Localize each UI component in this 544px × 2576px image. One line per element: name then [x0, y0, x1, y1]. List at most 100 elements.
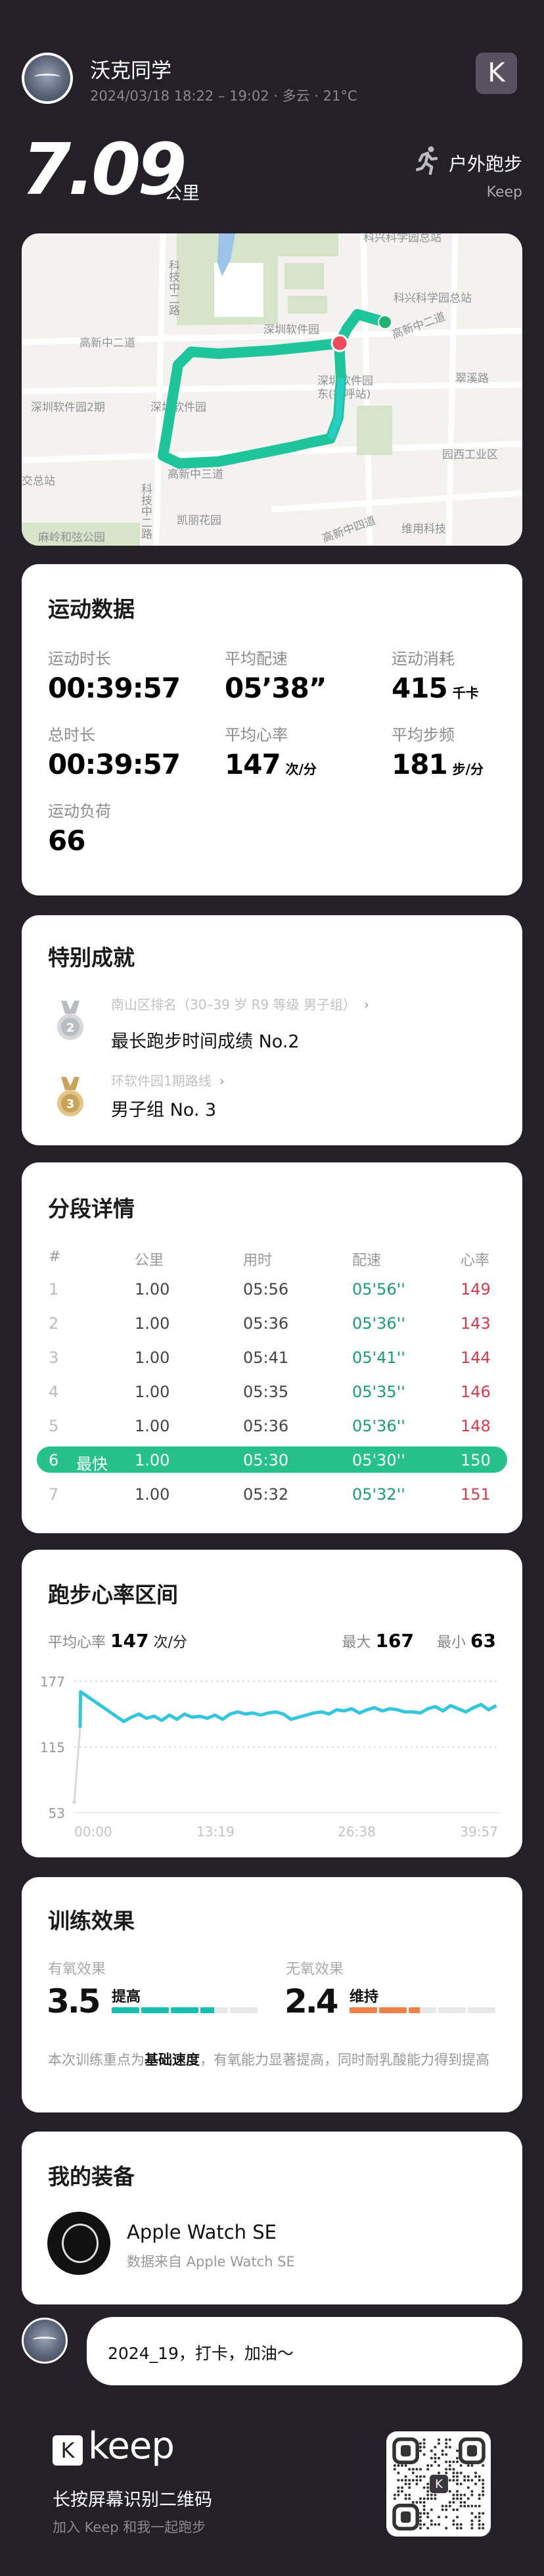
split-hr: 143 — [461, 1314, 491, 1333]
qr-module — [393, 2493, 396, 2496]
qr-module — [478, 2527, 481, 2530]
achievement-link[interactable]: 南山区排名（30–39 岁 R9 等级 男子组） › — [111, 994, 369, 1013]
route-map[interactable]: 科兴科学园总站 科兴科学园总站 高新中二道 深圳软件园 深圳软件园2期 深圳软件园 深圳软件… — [22, 233, 522, 546]
min-hr-label: 最小 — [437, 1634, 466, 1651]
training-title: 训练效果 — [48, 1908, 135, 1934]
split-hr: 148 — [461, 1417, 491, 1435]
qr-code[interactable]: K — [386, 2431, 491, 2537]
avg-hr: 平均心率 147 次/分 — [48, 1630, 187, 1652]
qr-module — [434, 2460, 437, 2464]
split-row: 7 1.00 05:32 05'32'' 151 — [37, 1481, 507, 1507]
qr-module — [434, 2497, 437, 2500]
split-km: 1.00 — [135, 1280, 170, 1299]
keep-footer-logo-icon: K — [53, 2435, 83, 2466]
qr-module — [408, 2493, 411, 2496]
qr-module — [452, 2508, 455, 2512]
map-label: 科兴科学园总站 — [394, 292, 472, 305]
split-number: 6 — [49, 1451, 59, 1469]
qr-module — [438, 2442, 440, 2445]
split-hr: 144 — [461, 1348, 491, 1367]
qr-module — [470, 2464, 474, 2467]
qr-module — [456, 2460, 459, 2464]
fastest-badge: 最快 — [76, 1455, 108, 1473]
qr-module — [448, 2468, 451, 2471]
qr-module — [445, 2460, 448, 2464]
qr-module — [478, 2479, 481, 2482]
qr-module — [401, 2464, 403, 2467]
split-pace: 05'32'' — [352, 1485, 405, 1504]
qr-module — [408, 2497, 411, 2500]
data-source: Keep — [486, 184, 522, 201]
qr-module — [438, 2471, 440, 2475]
qr-module — [426, 2512, 430, 2515]
stat-label: 运动消耗 — [392, 650, 455, 668]
splits-card: 分段详情 # 公里 用时 配速 心率 1 1.00 05:56 05'56'' 149 2… — [22, 1162, 522, 1533]
qr-module — [415, 2468, 419, 2471]
qr-module — [459, 2497, 463, 2500]
hr-line-series — [78, 1690, 497, 1729]
x-tick-label: 00:00 — [74, 1824, 112, 1840]
qr-module — [448, 2460, 451, 2464]
qr-module — [463, 2493, 466, 2496]
qr-module — [419, 2523, 422, 2526]
keep-logo-icon: K — [476, 53, 517, 94]
map-label: 科兴科学园总站 — [363, 233, 442, 245]
comment-avatar[interactable] — [22, 2318, 68, 2364]
qr-module — [474, 2504, 477, 2508]
split-pace: 05'36'' — [352, 1417, 405, 1435]
achievement-subtitle: 南山区排名（30–39 岁 R9 等级 男子组） — [111, 997, 356, 1013]
header-hr: 心率 — [461, 1252, 490, 1269]
qr-module — [430, 2523, 433, 2526]
qr-module — [419, 2516, 422, 2519]
header-num: # — [49, 1249, 61, 1265]
chevron-right-icon: › — [363, 997, 369, 1013]
sport-type: 户外跑步 — [448, 153, 522, 175]
qr-module — [482, 2479, 485, 2482]
user-avatar[interactable] — [22, 53, 73, 104]
gear-name[interactable]: Apple Watch SE — [127, 2221, 277, 2243]
split-number: 2 — [49, 1314, 59, 1333]
achievement-subtitle: 环软件园1期路线 — [111, 1073, 212, 1089]
qr-module — [478, 2497, 481, 2500]
qr-module — [456, 2456, 459, 2460]
qr-module — [470, 2523, 474, 2526]
training-effect-card: 训练效果 有氧效果 3.5 提高 无氧效果 2.4 维持 本次训练重点为基础速度… — [22, 1877, 522, 2112]
qr-module — [415, 2483, 419, 2485]
heart-rate-title: 跑步心率区间 — [48, 1582, 178, 1608]
qr-module — [411, 2479, 415, 2482]
qr-module — [466, 2504, 470, 2508]
qr-module — [456, 2493, 459, 2496]
aerobic-level: 提高 — [112, 1989, 141, 2005]
qr-module — [459, 2523, 463, 2526]
qr-module — [456, 2508, 459, 2512]
qr-module — [441, 2504, 444, 2508]
split-pace: 05'56'' — [352, 1280, 405, 1299]
map-canvas: 科兴科学园总站科兴科学园总站高新中二道深圳软件园深圳软件园2期 深圳软件园深圳软件… — [22, 233, 522, 546]
qr-module — [419, 2501, 422, 2504]
desc-highlight: 基础速度 — [145, 2052, 200, 2068]
x-tick-label: 39:57 — [460, 1824, 498, 1840]
stat-number: 181 — [392, 748, 448, 780]
qr-module — [404, 2483, 407, 2485]
map-label: 维用科技 — [401, 523, 446, 536]
achievement-link[interactable]: 环软件园1期路线 › — [111, 1070, 225, 1089]
split-number: 5 — [49, 1417, 59, 1435]
map-label: 翠溪路 — [455, 372, 489, 385]
qr-module — [470, 2479, 474, 2482]
progress-segment — [171, 2007, 198, 2013]
qr-module — [452, 2471, 455, 2475]
achievements-title: 特别成就 — [48, 945, 135, 970]
qr-module — [463, 2501, 466, 2504]
qr-module — [401, 2479, 403, 2482]
qr-module — [422, 2504, 426, 2508]
qr-module — [426, 2527, 430, 2530]
y-tick-label: 177 — [40, 1674, 65, 1690]
avg-hr-label: 平均心率 — [48, 1634, 106, 1651]
qr-module — [438, 2523, 440, 2526]
split-time: 05:30 — [243, 1451, 289, 1469]
qr-module — [470, 2490, 474, 2493]
qr-module — [482, 2527, 485, 2530]
split-km: 1.00 — [135, 1417, 170, 1435]
stat-value: 00:39:57 — [48, 672, 181, 704]
map-label: 凯丽花园 — [177, 514, 221, 527]
